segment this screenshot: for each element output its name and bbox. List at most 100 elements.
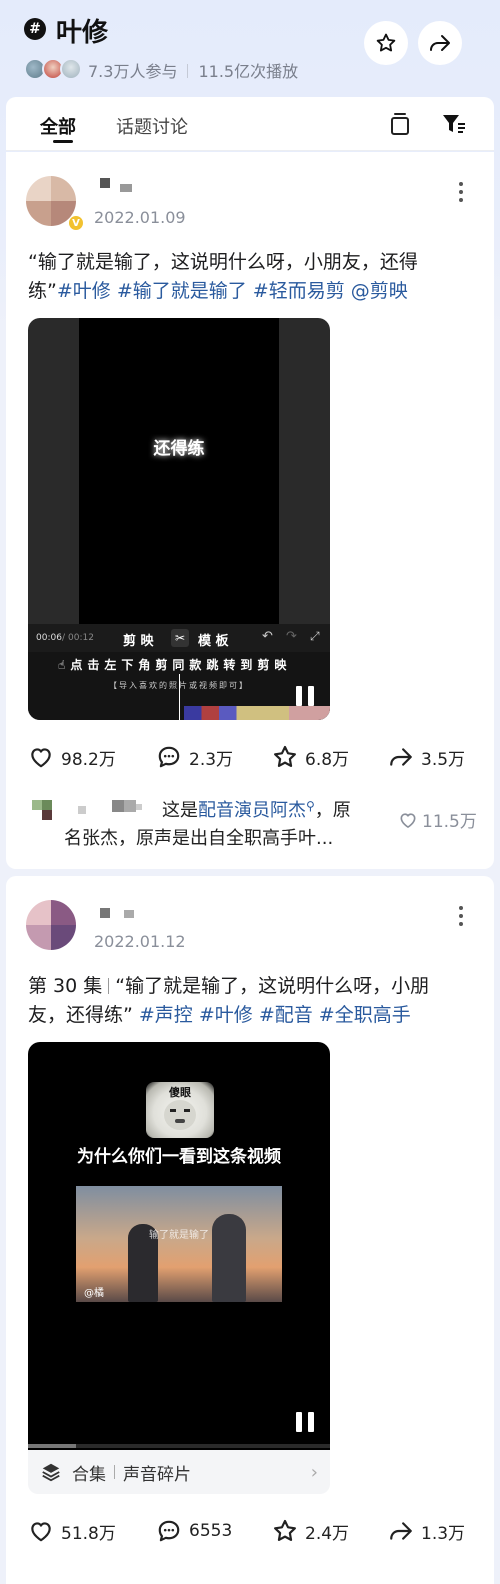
share-icon <box>390 748 412 766</box>
share-count: 1.3万 <box>421 1523 466 1544</box>
comment-like-button[interactable]: 11.5万 <box>398 807 477 832</box>
avatar[interactable] <box>26 900 76 950</box>
star-icon <box>274 1519 296 1541</box>
collection-divider <box>114 1465 115 1479</box>
video-progress-fill <box>28 1444 77 1448</box>
capcut-logo-icon: ✂ <box>171 629 189 647</box>
author-name[interactable] <box>100 178 140 192</box>
participants-count: 7.3万人参与 <box>88 62 178 81</box>
tab-all[interactable]: 全部 <box>40 113 76 139</box>
like-count: 51.8万 <box>61 1523 116 1544</box>
post-date: 2022.01.09 <box>94 208 186 227</box>
tab-topic-discussion[interactable]: 话题讨论 <box>116 113 188 139</box>
like-button[interactable]: 98.2万 <box>28 744 116 770</box>
favorite-topic-button[interactable] <box>364 21 408 65</box>
post-text: “输了就是输了，这说明什么呀，小朋友，还得 练”#叶修 #输了就是输了 #轻而易… <box>28 248 468 306</box>
video-progress-bar[interactable] <box>28 1444 330 1448</box>
chevron-right-icon: › <box>310 1461 318 1483</box>
meme-caption: 傻眼 <box>169 1086 191 1099</box>
more-options-button[interactable] <box>451 180 471 204</box>
topic-meta: 7.3万人参与 11.5亿次播放 <box>88 58 298 82</box>
video-watermark: @橘 <box>84 1288 104 1299</box>
meta-divider <box>187 64 189 78</box>
card-layout-icon <box>391 113 409 135</box>
author-name[interactable] <box>100 908 150 920</box>
topic-hash-icon: # <box>24 18 46 40</box>
share-count: 3.5万 <box>421 749 466 770</box>
undo-icon: ↶ <box>262 629 273 644</box>
share-icon <box>390 1522 412 1540</box>
tab-active-indicator <box>53 140 73 143</box>
hashtag[interactable]: #配音 <box>259 1004 313 1026</box>
post-text-line: “输了就是输了，这说明什么呀，小朋 <box>115 975 430 997</box>
template-label: 模 板 <box>198 634 229 649</box>
capcut-brand: 剪 映 <box>123 634 154 649</box>
comment-button[interactable]: 6553 <box>156 1518 232 1544</box>
hashtag[interactable]: #轻而易剪 <box>253 280 345 302</box>
meme-face-icon <box>164 1100 196 1130</box>
participant-avatars <box>24 58 84 80</box>
pause-icon[interactable] <box>296 1412 314 1432</box>
post-date: 2022.01.12 <box>94 932 186 951</box>
more-options-button[interactable] <box>451 904 471 928</box>
hashtag[interactable]: #叶修 <box>199 1004 253 1026</box>
share-button[interactable]: 1.3万 <box>388 1518 465 1544</box>
favorite-button[interactable]: 6.8万 <box>272 744 349 770</box>
layers-icon <box>42 1463 60 1482</box>
video-headline: 为什么你们一看到这条视频 <box>77 1147 281 1167</box>
video-time-total: 00:12 <box>68 633 94 643</box>
post-text-line: “输了就是输了，这说明什么呀，小朋友，还得 <box>28 251 418 273</box>
verified-badge-icon: V <box>68 215 84 231</box>
star-icon <box>274 745 296 767</box>
like-button[interactable]: 51.8万 <box>28 1518 116 1544</box>
episode-divider <box>108 978 110 994</box>
hashtag[interactable]: #声控 <box>139 1004 193 1026</box>
share-topic-button[interactable] <box>418 21 462 65</box>
post-text-line: 练” <box>28 280 57 302</box>
post-card: 2022.01.12 第 30 集 “输了就是输了，这说明什么呀，小朋 友，还得练… <box>6 876 494 1584</box>
favorite-count: 2.4万 <box>305 1523 350 1544</box>
heart-icon <box>31 748 51 768</box>
fullscreen-icon: ⤢ <box>310 629 320 643</box>
collection-label: 合集 <box>72 1464 106 1485</box>
comment-like-count: 11.5万 <box>422 812 477 832</box>
layout-toggle-button[interactable] <box>386 110 414 138</box>
comment-icon <box>158 1520 180 1542</box>
comment-count: 2.3万 <box>189 749 234 770</box>
episode-label: 第 30 集 <box>28 975 103 997</box>
comment-line: 名张杰，原声是出自全职高手叶... <box>64 828 334 849</box>
heart-icon <box>400 812 416 828</box>
hashtag[interactable]: #全职高手 <box>319 1004 411 1026</box>
pointer-icon: ☝ <box>58 658 71 672</box>
filter-button[interactable] <box>440 110 468 138</box>
favorite-button[interactable]: 2.4万 <box>272 1518 349 1544</box>
timeline-area: ☝点击左下角剪同款跳转到剪映 【导入喜欢的照片或视频即可】 <box>28 652 330 720</box>
scene-subtitle: 输了就是输了 <box>149 1230 209 1241</box>
clip-strip <box>184 706 330 720</box>
comment-button[interactable]: 2.3万 <box>156 744 233 770</box>
mention[interactable]: @剪映 <box>351 280 408 302</box>
video-player[interactable]: 傻眼 为什么你们一看到这条视频 输了就是输了 @橘 <box>28 1042 330 1450</box>
topic-header: # 叶修 7.3万人参与 11.5亿次播放 <box>0 0 500 100</box>
hashtag[interactable]: #叶修 <box>57 280 111 302</box>
filter-icon <box>443 115 465 133</box>
top-comment[interactable]: 这是配音演员阿杰⚲，原 名张杰，原声是出自全职高手叶... <box>64 792 394 853</box>
plays-count: 11.5亿次播放 <box>198 62 299 81</box>
post-text: 第 30 集 “输了就是输了，这说明什么呀，小朋 友，还得练” #声控 #叶修 #… <box>28 972 468 1030</box>
comment-icon <box>158 746 180 768</box>
meme-face-image: 傻眼 <box>146 1082 214 1138</box>
tabs-bar: 全部 话题讨论 <box>6 97 494 151</box>
star-icon <box>376 33 396 52</box>
collection-bar[interactable]: 合集 声音碎片 › <box>28 1450 330 1494</box>
timeline-hint: ☝点击左下角剪同款跳转到剪映 <box>58 658 292 672</box>
video-scene: 输了就是输了 @橘 <box>76 1186 282 1302</box>
video-frame <box>79 318 279 624</box>
hashtag[interactable]: #输了就是输了 <box>117 280 247 302</box>
comment-link[interactable]: 配音演员阿杰 <box>198 800 306 821</box>
post-card: V 2022.01.09 “输了就是输了，这说明什么呀，小朋友，还得 练”#叶修… <box>6 152 494 869</box>
video-player[interactable]: 还得练 00:06 / 00:12 剪 映 ✂ 模 板 ↶ ↷ ⤢ ☝点击左下角… <box>28 318 330 720</box>
redo-icon: ↷ <box>286 629 297 644</box>
pause-icon[interactable] <box>296 686 314 706</box>
share-button[interactable]: 3.5万 <box>388 744 465 770</box>
video-overlay-text: 还得练 <box>153 439 205 459</box>
